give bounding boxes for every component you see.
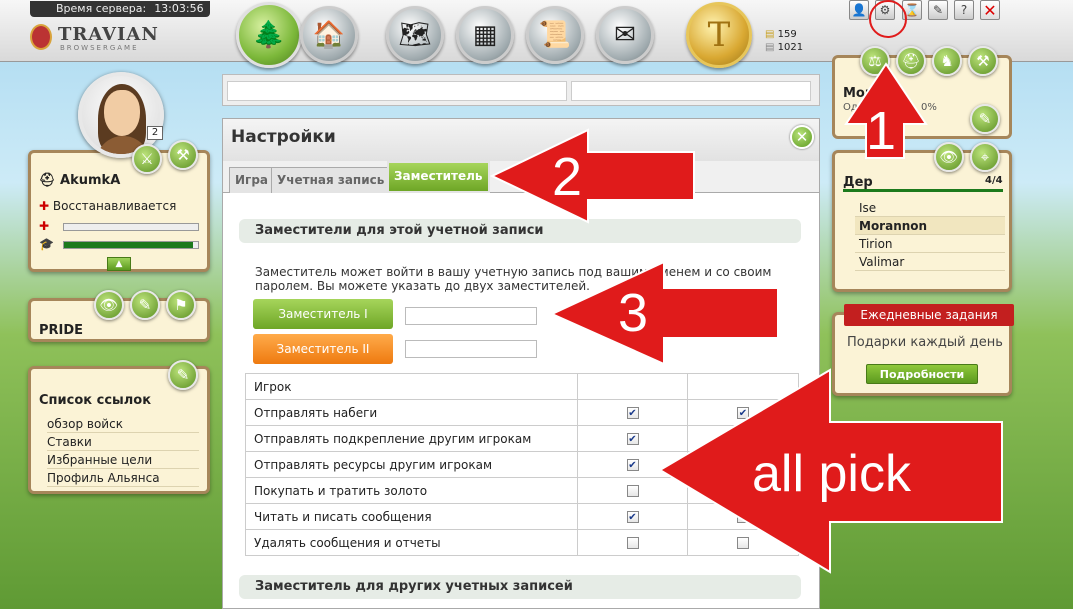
annotation-layer: [489, 62, 1003, 574]
annotation-arrow-2: [489, 128, 695, 224]
annotation-arrow-3: [549, 260, 779, 366]
annotation-all-pick: all pick: [752, 445, 911, 503]
annotation-number-1: 1: [866, 101, 897, 161]
annotation-number-3: 3: [618, 283, 649, 343]
annotation-number-2: 2: [552, 147, 583, 207]
